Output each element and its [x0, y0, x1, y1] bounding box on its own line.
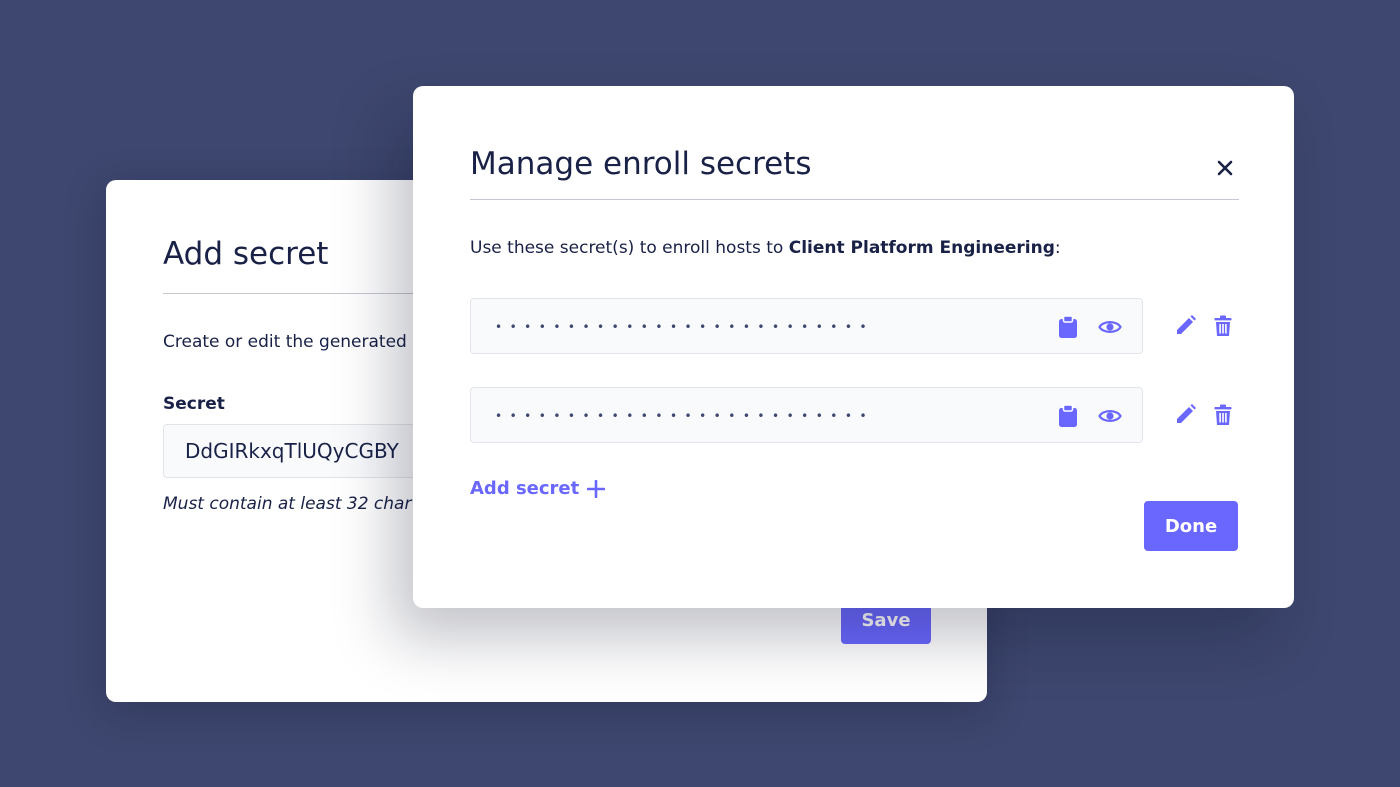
trash-icon[interactable]: [1214, 404, 1232, 426]
secret-field-label: Secret: [163, 394, 225, 414]
edit-icon[interactable]: [1175, 403, 1197, 425]
add-secret-link[interactable]: Add secret: [470, 478, 606, 499]
divider: [470, 199, 1239, 200]
secret-field[interactable]: ••••••••••••••••••••••••••: [470, 387, 1143, 443]
add-secret-description: Create or edit the generated: [163, 332, 407, 352]
close-icon[interactable]: [1215, 158, 1235, 178]
eye-icon[interactable]: [1098, 316, 1122, 338]
secret-field[interactable]: ••••••••••••••••••••••••••: [470, 298, 1143, 354]
modal-description: Use these secret(s) to enroll hosts to C…: [470, 238, 1061, 258]
done-button[interactable]: Done: [1144, 501, 1238, 551]
edit-icon[interactable]: [1175, 314, 1197, 336]
secret-hint: Must contain at least 32 char: [163, 494, 412, 514]
description-suffix: :: [1054, 238, 1061, 258]
secret-row: ••••••••••••••••••••••••••: [470, 387, 1240, 443]
masked-secret: ••••••••••••••••••••••••••: [495, 320, 875, 334]
description-prefix: Use these secret(s) to enroll hosts to: [470, 238, 789, 258]
clipboard-icon[interactable]: [1058, 315, 1078, 339]
add-secret-label: Add secret: [470, 478, 580, 499]
team-name: Client Platform Engineering: [788, 238, 1055, 258]
plus-icon: [587, 479, 606, 498]
modal-title: Manage enroll secrets: [470, 146, 812, 182]
trash-icon[interactable]: [1214, 315, 1232, 337]
clipboard-icon[interactable]: [1058, 404, 1078, 428]
masked-secret: ••••••••••••••••••••••••••: [495, 409, 875, 423]
add-secret-title: Add secret: [163, 236, 329, 272]
eye-icon[interactable]: [1098, 405, 1122, 427]
manage-enroll-secrets-modal: Manage enroll secrets Use these secret(s…: [413, 86, 1294, 608]
secret-row: ••••••••••••••••••••••••••: [470, 298, 1240, 354]
